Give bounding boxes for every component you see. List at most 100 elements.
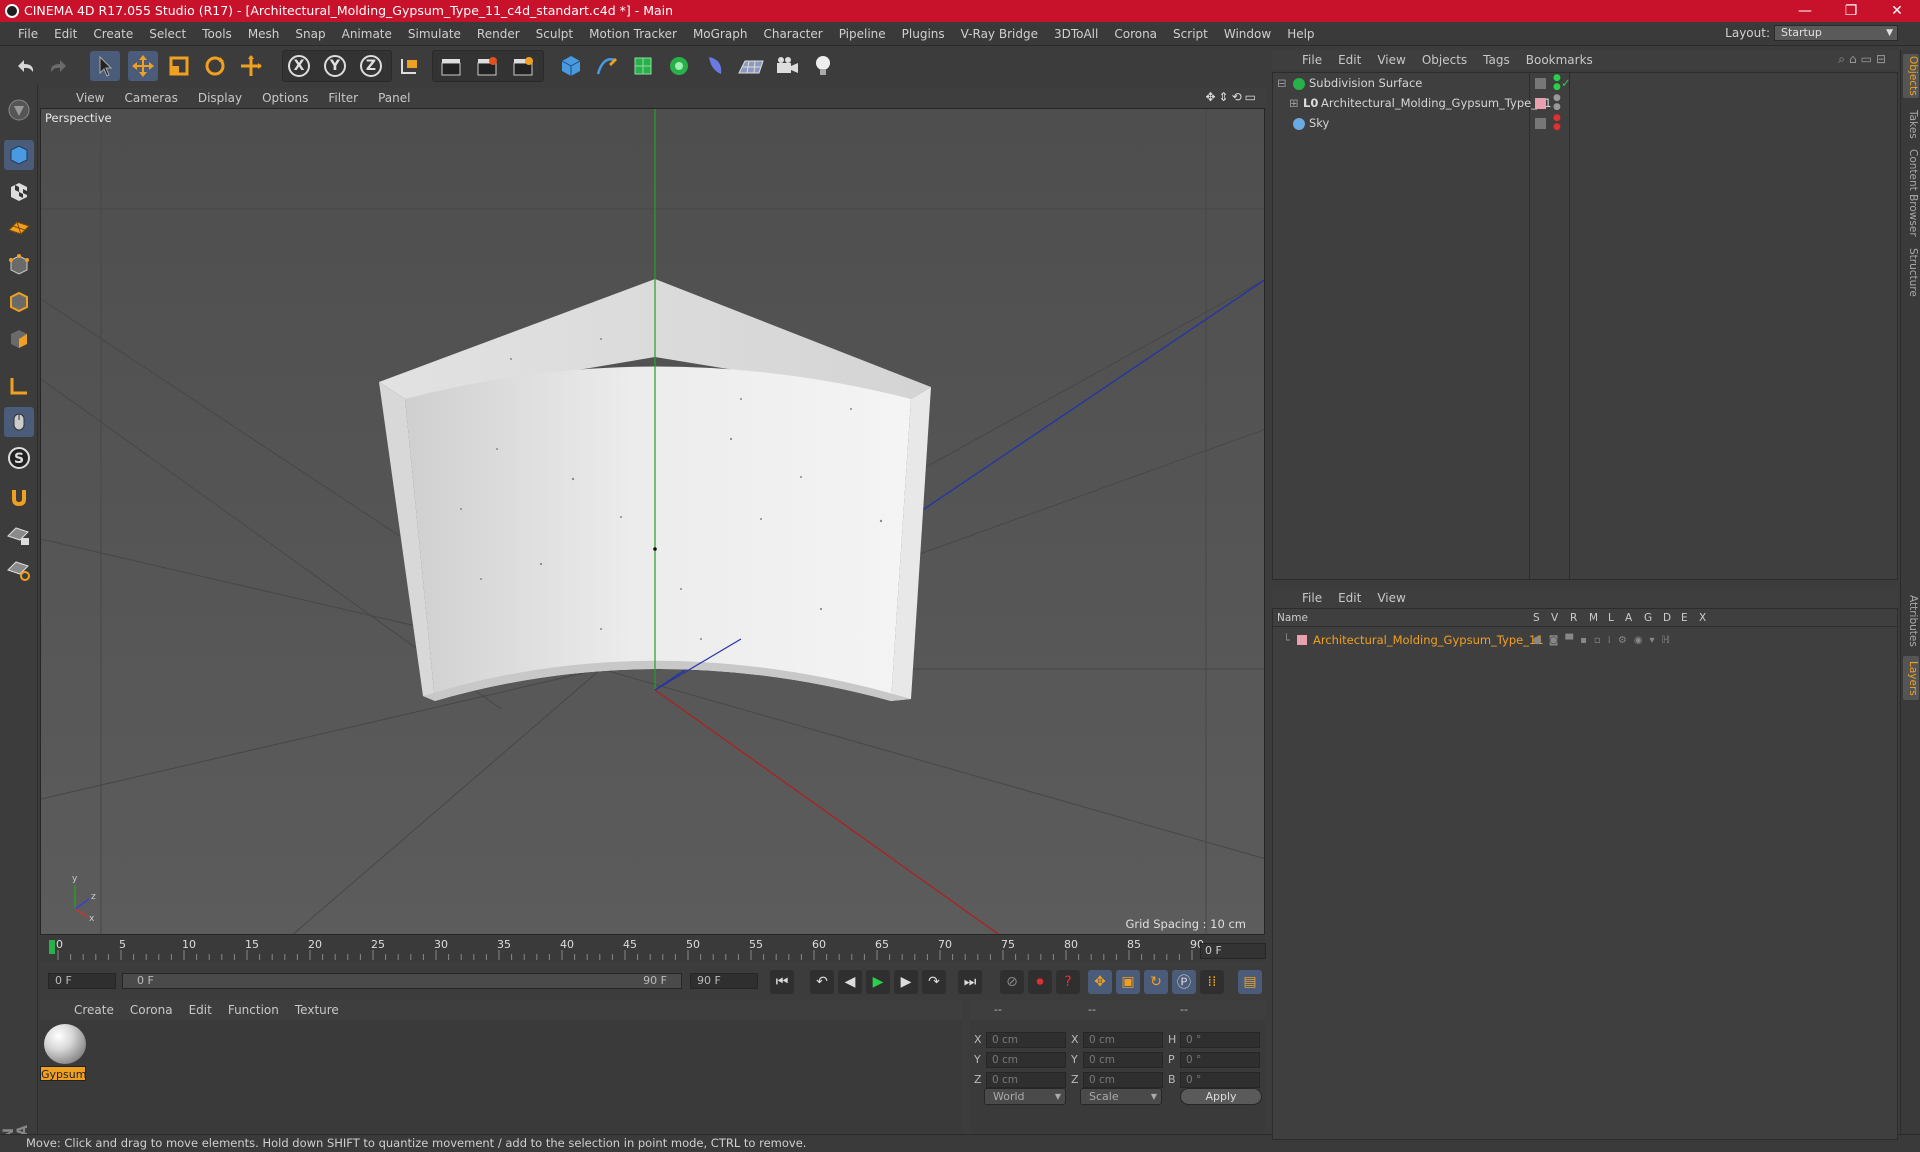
y-axis-lock-button[interactable]: Y xyxy=(320,51,350,81)
tab-content-browser[interactable]: Content Browser xyxy=(1903,148,1919,238)
make-editable-button[interactable] xyxy=(4,95,34,125)
edges-mode-button[interactable] xyxy=(4,287,34,317)
key-pla-button[interactable]: ⁞⁞ xyxy=(1200,970,1224,994)
autokey-button[interactable]: ⏺ xyxy=(1028,970,1052,994)
minimize-button[interactable]: — xyxy=(1782,0,1828,22)
menu-motion-tracker[interactable]: Motion Tracker xyxy=(581,27,685,41)
viewport-menu-cameras[interactable]: Cameras xyxy=(114,91,187,105)
move-tool-button[interactable] xyxy=(128,51,158,81)
snap-button[interactable]: S xyxy=(4,443,34,473)
frame-range-slider[interactable]: 0 F 90 F xyxy=(122,973,682,989)
menu-sculpt[interactable]: Sculpt xyxy=(528,27,581,41)
polygons-mode-button[interactable] xyxy=(4,324,34,354)
obj-menu-objects[interactable]: Objects xyxy=(1414,53,1475,67)
material-menu-edit[interactable]: Edit xyxy=(181,1003,220,1017)
obj-menu-view[interactable]: View xyxy=(1369,53,1413,67)
size-mode-dropdown[interactable]: Scale ▼ xyxy=(1080,1088,1162,1105)
add-light-button[interactable] xyxy=(808,51,838,81)
coordinate-space-dropdown[interactable]: World ▼ xyxy=(984,1088,1066,1105)
viewport-menu-options[interactable]: Options xyxy=(252,91,318,105)
next-frame-button[interactable]: ▶ xyxy=(894,970,918,994)
menu-help[interactable]: Help xyxy=(1279,27,1322,41)
tab-takes[interactable]: Takes xyxy=(1903,104,1919,144)
play-button[interactable]: ▶ xyxy=(866,970,890,994)
menu-simulate[interactable]: Simulate xyxy=(400,27,469,41)
layout-dropdown[interactable]: Startup ▼ xyxy=(1774,25,1898,41)
layer-row[interactable]: └ Architectural_Molding_Gypsum_Type_11 ●… xyxy=(1273,631,1897,650)
previous-key-button[interactable]: ↶ xyxy=(810,970,834,994)
workplane-dynamic-button[interactable] xyxy=(4,555,34,585)
menu-render[interactable]: Render xyxy=(469,27,528,41)
rotate-tool-button[interactable] xyxy=(200,51,230,81)
apply-button[interactable]: Apply xyxy=(1180,1088,1262,1105)
add-spline-button[interactable] xyxy=(592,51,622,81)
object-row-sky[interactable]: Sky ● ● xyxy=(1273,114,1897,133)
current-frame-field[interactable]: 0 F xyxy=(1200,943,1266,959)
timeline-ruler[interactable]: 0 5 10 15 20 25 30 35 40 45 50 55 60 65 70 75 80 85 90 xyxy=(40,936,1265,962)
obj-menu-edit[interactable]: Edit xyxy=(1330,53,1369,67)
render-settings-button[interactable] xyxy=(508,51,538,81)
go-to-start-button[interactable]: ⏮ xyxy=(770,970,794,994)
material-menu-texture[interactable]: Texture xyxy=(287,1003,347,1017)
obj-menu-bookmarks[interactable]: Bookmarks xyxy=(1518,53,1601,67)
menu-animate[interactable]: Animate xyxy=(334,27,400,41)
transform-tool-button[interactable] xyxy=(236,51,266,81)
rot-p-field[interactable]: 0 ° xyxy=(1180,1052,1260,1068)
keyframe-selection-button[interactable]: ? xyxy=(1056,970,1080,994)
viewport-menu-display[interactable]: Display xyxy=(188,91,252,105)
menu-character[interactable]: Character xyxy=(755,27,830,41)
axis-mode-button[interactable] xyxy=(4,371,34,401)
coordinate-system-button[interactable] xyxy=(394,51,424,81)
render-view-button[interactable] xyxy=(436,51,466,81)
layer-color-swatch[interactable] xyxy=(1297,635,1307,645)
add-subdivision-button[interactable] xyxy=(628,51,658,81)
playhead-marker[interactable] xyxy=(49,940,55,954)
obj-manager-nav-icons[interactable]: ⌕⌂▭⊟ xyxy=(1838,52,1890,67)
menu-snap[interactable]: Snap xyxy=(287,27,333,41)
undo-button[interactable] xyxy=(10,51,40,81)
menu-mograph[interactable]: MoGraph xyxy=(685,27,756,41)
add-cube-button[interactable] xyxy=(556,51,586,81)
scale-tool-button[interactable] xyxy=(164,51,194,81)
add-mograph-button[interactable] xyxy=(664,51,694,81)
tab-attributes[interactable]: Attributes xyxy=(1903,590,1919,652)
size-z-field[interactable]: 0 cm xyxy=(1083,1072,1163,1088)
start-frame-field[interactable]: 0 F xyxy=(48,973,116,989)
add-floor-button[interactable] xyxy=(736,51,766,81)
render-picture-viewer-button[interactable] xyxy=(472,51,502,81)
magnet-button[interactable] xyxy=(4,483,34,513)
menu-select[interactable]: Select xyxy=(141,27,194,41)
visibility-dots[interactable]: ● ● xyxy=(1553,114,1561,132)
tab-layers[interactable]: Layers xyxy=(1903,656,1919,700)
tweak-mode-button[interactable] xyxy=(4,407,34,437)
object-row-subdivision-surface[interactable]: ⊟ Subdivision Surface ● ● ✓ xyxy=(1273,74,1897,93)
previous-frame-button[interactable]: ◀ xyxy=(838,970,862,994)
pos-z-field[interactable]: 0 cm xyxy=(986,1072,1066,1088)
menu-plugins[interactable]: Plugins xyxy=(894,27,953,41)
key-position-button[interactable]: ✥ xyxy=(1088,970,1112,994)
layer-toggle[interactable] xyxy=(1535,118,1546,129)
key-rotation-button[interactable]: ↻ xyxy=(1144,970,1168,994)
material-menu-create[interactable]: Create xyxy=(66,1003,122,1017)
material-menu-function[interactable]: Function xyxy=(220,1003,287,1017)
viewport-menu-panel[interactable]: Panel xyxy=(368,91,420,105)
layer-flag-icons[interactable]: ●◙▀▪▫⁞⚙◉▾ℍ xyxy=(1533,631,1677,650)
go-to-end-button[interactable]: ⏭ xyxy=(958,970,982,994)
tree-expand-icon[interactable]: ⊟ xyxy=(1277,74,1287,93)
next-key-button[interactable]: ↷ xyxy=(922,970,946,994)
menu-file[interactable]: File xyxy=(10,27,46,41)
viewport-nav-icons[interactable]: ✥⇕⟲▭ xyxy=(1205,90,1259,104)
layer-menu-file[interactable]: File xyxy=(1294,591,1330,605)
layer-menu-view[interactable]: View xyxy=(1369,591,1413,605)
gypsum-material-label[interactable]: Gypsum xyxy=(40,1066,86,1081)
workplane-mode-button[interactable] xyxy=(4,213,34,243)
points-mode-button[interactable] xyxy=(4,250,34,280)
pos-y-field[interactable]: 0 cm xyxy=(986,1052,1066,1068)
viewport-menu-filter[interactable]: Filter xyxy=(318,91,368,105)
rot-b-field[interactable]: 0 ° xyxy=(1180,1072,1260,1088)
menu-create[interactable]: Create xyxy=(85,27,141,41)
restore-button[interactable]: ❐ xyxy=(1828,0,1874,22)
pos-x-field[interactable]: 0 cm xyxy=(986,1032,1066,1048)
obj-menu-file[interactable]: File xyxy=(1294,53,1330,67)
end-frame-field[interactable]: 90 F xyxy=(690,973,758,989)
